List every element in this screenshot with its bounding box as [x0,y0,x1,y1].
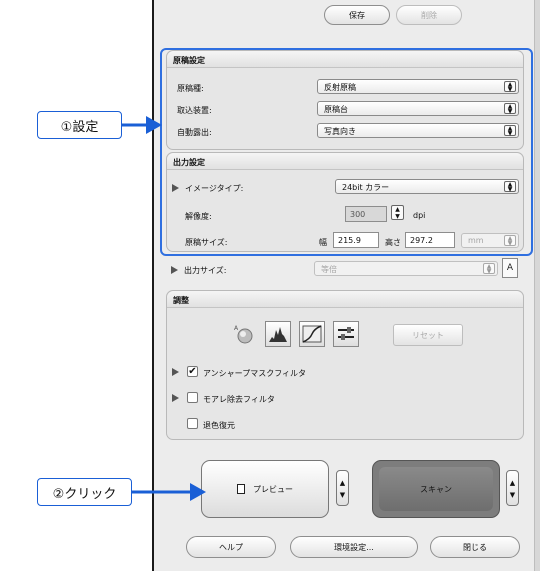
save-label: 保存 [349,10,365,20]
preview-label: プレビュー [253,484,293,494]
preferences-button[interactable]: 環境設定... [290,536,418,558]
click-callout-label: ②クリック [52,486,117,502]
unsharp-triangle-icon[interactable] [172,368,179,376]
auto-exposure-icon[interactable]: A [231,321,257,347]
close-label: 閉じる [463,542,487,552]
click-arrow-icon [132,483,206,501]
color-restore-label: 退色復元 [203,421,235,430]
svg-text:A: A [234,325,239,332]
preferences-label: 環境設定... [334,542,374,552]
moire-triangle-icon[interactable] [172,394,179,402]
unsharp-checkbox[interactable]: ✔ [187,366,198,377]
settings-callout: ①設定 [37,111,122,139]
adjust-title: 調整 [167,291,523,308]
adjust-group: 調整 A リセット ✔ アンシャープマスクフィルタ モアレ除去フィルタ 退色復元 [166,290,524,440]
settings-arrow-icon [122,116,162,134]
delete-label: 削除 [421,10,437,20]
scan-label: スキャン [420,484,452,494]
stepper-icon: ▲ ▼ [483,263,495,275]
scan-button[interactable]: スキャン [372,460,500,518]
preview-button[interactable]: プレビュー [201,460,329,518]
reset-button[interactable]: リセット [393,324,463,346]
tone-curve-icon[interactable] [299,321,325,347]
click-callout: ②クリック [37,478,132,506]
page-icon [237,484,245,494]
reset-label: リセット [412,330,444,340]
moire-label: モアレ除去フィルタ [203,395,275,404]
help-label: ヘルプ [219,542,243,552]
unsharp-label: アンシャープマスクフィルタ [203,369,307,378]
scan-options-stepper[interactable]: ▲ ▼ [506,470,519,506]
histogram-icon[interactable] [265,321,291,347]
page-size-icon[interactable]: A [502,258,518,278]
moire-checkbox[interactable] [187,392,198,403]
output-size-triangle-icon[interactable] [171,266,178,274]
image-adjust-icon[interactable] [333,321,359,347]
save-button[interactable]: 保存 [324,5,390,25]
settings-callout-label: ①設定 [60,119,99,135]
help-button[interactable]: ヘルプ [186,536,276,558]
output-size-select[interactable]: 等倍 ▲ ▼ [314,261,498,276]
close-button[interactable]: 閉じる [430,536,520,558]
preview-options-stepper[interactable]: ▲ ▼ [336,470,349,506]
color-restore-checkbox[interactable] [187,418,198,429]
settings-highlight-frame [160,48,533,256]
delete-button[interactable]: 削除 [396,5,462,25]
scrollbar[interactable] [534,0,540,571]
output-size-label: 出力サイズ: [184,266,227,275]
